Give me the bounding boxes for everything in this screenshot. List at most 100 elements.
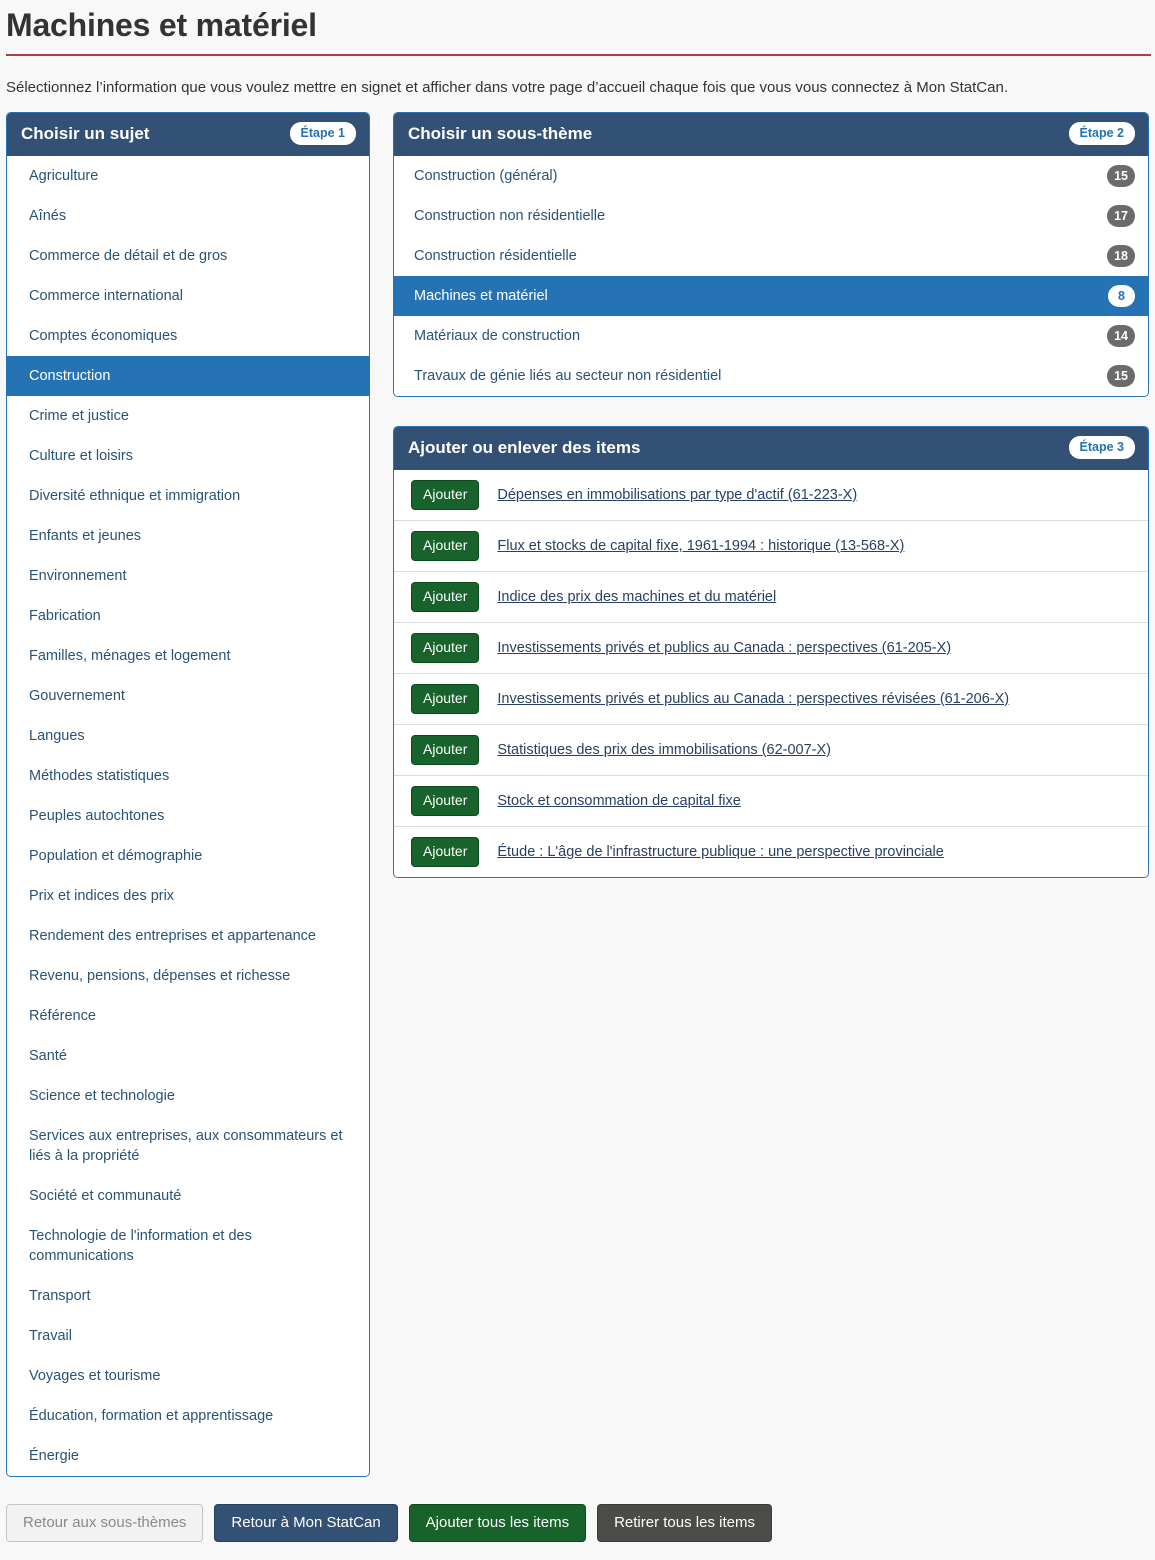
list-item: Science et technologie xyxy=(7,1076,369,1116)
subtheme-list-item[interactable]: Construction non résidentielle 17 xyxy=(394,196,1148,236)
subject-list-item[interactable]: Gouvernement xyxy=(7,676,369,716)
subject-list-item[interactable]: Référence xyxy=(7,996,369,1036)
item-title-link[interactable]: Statistiques des prix des immobilisation… xyxy=(497,740,831,760)
subject-list-item[interactable]: Travail xyxy=(7,1316,369,1356)
subject-list-item[interactable]: Santé xyxy=(7,1036,369,1076)
choose-subject-title: Choisir un sujet xyxy=(21,124,150,143)
list-item: Rendement des entreprises et appartenanc… xyxy=(7,916,369,956)
list-item: Peuples autochtones xyxy=(7,796,369,836)
list-item: Familles, ménages et logement xyxy=(7,636,369,676)
list-item: Diversité ethnique et immigration xyxy=(7,476,369,516)
subject-list-item[interactable]: Culture et loisirs xyxy=(7,436,369,476)
remove-all-items-button[interactable]: Retirer tous les items xyxy=(597,1504,772,1542)
subject-list-item[interactable]: Familles, ménages et logement xyxy=(7,636,369,676)
subject-list-item[interactable]: Méthodes statistiques xyxy=(7,756,369,796)
list-item: Méthodes statistiques xyxy=(7,756,369,796)
add-item-button[interactable]: Ajouter xyxy=(411,582,480,612)
subject-list-item[interactable]: Enfants et jeunes xyxy=(7,516,369,556)
items-list: Ajouter Dépenses en immobilisations par t… xyxy=(394,470,1148,877)
subject-list-item[interactable]: Peuples autochtones xyxy=(7,796,369,836)
item-title-link[interactable]: Stock et consommation de capital fixe xyxy=(497,791,740,811)
page-root: Machines et matériel Sélectionnez l’info… xyxy=(0,0,1155,1560)
list-item: Société et communauté xyxy=(7,1176,369,1216)
subtheme-label: Construction non résidentielle xyxy=(414,208,606,224)
list-item: Technologie de l'information et des comm… xyxy=(7,1216,369,1276)
subjects-column: Choisir un sujet Étape 1 Agriculture Aîné… xyxy=(6,112,370,1477)
add-item-button[interactable]: Ajouter xyxy=(411,684,480,714)
subtheme-count-badge: 15 xyxy=(1107,365,1135,387)
subject-list-item[interactable]: Construction xyxy=(7,356,369,396)
subject-list-item[interactable]: Crime et justice xyxy=(7,396,369,436)
subject-list-item[interactable]: Rendement des entreprises et appartenanc… xyxy=(7,916,369,956)
subject-list-item[interactable]: Services aux entreprises, aux consommate… xyxy=(7,1116,369,1176)
item-title-link[interactable]: Investissements privés et publics au Can… xyxy=(497,689,1009,709)
subject-list-item[interactable]: Fabrication xyxy=(7,596,369,636)
step-2-badge: Étape 2 xyxy=(1068,122,1135,145)
add-item-button[interactable]: Ajouter xyxy=(411,633,480,663)
list-item: Services aux entreprises, aux consommate… xyxy=(7,1116,369,1176)
add-item-button[interactable]: Ajouter xyxy=(411,837,480,867)
table-row: Ajouter Investissements privés et publics… xyxy=(394,673,1148,724)
list-item: Aînés xyxy=(7,196,369,236)
table-row: Ajouter Étude : L'âge de l'infrastructure… xyxy=(394,826,1148,877)
add-item-button[interactable]: Ajouter xyxy=(411,531,480,561)
subtheme-count-badge: 8 xyxy=(1108,285,1135,307)
subtheme-label: Matériaux de construction xyxy=(414,328,581,344)
subject-list-item[interactable]: Revenu, pensions, dépenses et richesse xyxy=(7,956,369,996)
subject-list-item[interactable]: Société et communauté xyxy=(7,1176,369,1216)
choose-subtheme-panel: Choisir un sous-thème Étape 2 Constructi… xyxy=(393,112,1149,397)
item-title-link[interactable]: Indice des prix des machines et du matér… xyxy=(497,587,776,607)
item-title-link[interactable]: Étude : L'âge de l'infrastructure publiq… xyxy=(497,842,943,862)
choose-subtheme-title: Choisir un sous-thème xyxy=(408,124,593,143)
list-item: Comptes économiques xyxy=(7,316,369,356)
subject-list-item[interactable]: Comptes économiques xyxy=(7,316,369,356)
subject-list-item[interactable]: Langues xyxy=(7,716,369,756)
subject-list-item[interactable]: Voyages et tourisme xyxy=(7,1356,369,1396)
subject-list-item[interactable]: Population et démographie xyxy=(7,836,369,876)
list-item: Transport xyxy=(7,1276,369,1316)
item-title-link[interactable]: Flux et stocks de capital fixe, 1961-199… xyxy=(497,536,904,556)
subject-list-item[interactable]: Environnement xyxy=(7,556,369,596)
table-row: Ajouter Stock et consommation de capital … xyxy=(394,775,1148,826)
subtheme-list-item[interactable]: Matériaux de construction 14 xyxy=(394,316,1148,356)
back-to-subthemes-button[interactable]: Retour aux sous-thèmes xyxy=(6,1504,204,1542)
subject-list-item[interactable]: Agriculture xyxy=(7,156,369,196)
subject-list-item[interactable]: Prix et indices des prix xyxy=(7,876,369,916)
subtheme-label: Construction résidentielle xyxy=(414,248,577,264)
step-3-badge: Étape 3 xyxy=(1068,436,1135,459)
subtheme-list-item[interactable]: Construction résidentielle 18 xyxy=(394,236,1148,276)
subtheme-list-item[interactable]: Construction (général) 15 xyxy=(394,156,1148,196)
subject-list-item[interactable]: Éducation, formation et apprentissage xyxy=(7,1396,369,1436)
table-row: Ajouter Flux et stocks de capital fixe, 1… xyxy=(394,520,1148,571)
add-item-button[interactable]: Ajouter xyxy=(411,786,480,816)
subtheme-label: Travaux de génie liés au secteur non rés… xyxy=(414,368,722,384)
list-item: Construction xyxy=(7,356,369,396)
item-title-link[interactable]: Dépenses en immobilisations par type d'a… xyxy=(497,485,857,505)
subject-list-item[interactable]: Technologie de l'information et des comm… xyxy=(7,1216,369,1276)
list-item: Population et démographie xyxy=(7,836,369,876)
table-row: Ajouter Dépenses en immobilisations par t… xyxy=(394,470,1148,520)
add-item-button[interactable]: Ajouter xyxy=(411,735,480,765)
table-row: Ajouter Statistiques des prix des immobil… xyxy=(394,724,1148,775)
list-item: Crime et justice xyxy=(7,396,369,436)
subject-list-item[interactable]: Transport xyxy=(7,1276,369,1316)
back-to-mystatcan-button[interactable]: Retour à Mon StatCan xyxy=(214,1504,398,1542)
item-title-link[interactable]: Investissements privés et publics au Can… xyxy=(497,638,951,658)
right-column: Choisir un sous-thème Étape 2 Constructi… xyxy=(393,112,1149,878)
subtheme-count-badge: 17 xyxy=(1107,205,1135,227)
subject-list-item[interactable]: Énergie xyxy=(7,1436,369,1476)
subtheme-list: Construction (général) 15 Construction non… xyxy=(394,156,1148,396)
page-title: Machines et matériel xyxy=(6,7,317,43)
add-item-button[interactable]: Ajouter xyxy=(411,480,480,510)
add-all-items-button[interactable]: Ajouter tous les items xyxy=(408,1504,587,1542)
subject-list-item[interactable]: Diversité ethnique et immigration xyxy=(7,476,369,516)
list-item: Environnement xyxy=(7,556,369,596)
subject-list-item[interactable]: Commerce international xyxy=(7,276,369,316)
page-intro-text: Sélectionnez l’information que vous voul… xyxy=(6,79,1008,96)
subject-list-item[interactable]: Science et technologie xyxy=(7,1076,369,1116)
subtheme-list-item[interactable]: Machines et matériel 8 xyxy=(394,276,1148,316)
subject-list-item[interactable]: Commerce de détail et de gros xyxy=(7,236,369,276)
list-item: Commerce de détail et de gros xyxy=(7,236,369,276)
subtheme-list-item[interactable]: Travaux de génie liés au secteur non rés… xyxy=(394,356,1148,396)
subject-list-item[interactable]: Aînés xyxy=(7,196,369,236)
